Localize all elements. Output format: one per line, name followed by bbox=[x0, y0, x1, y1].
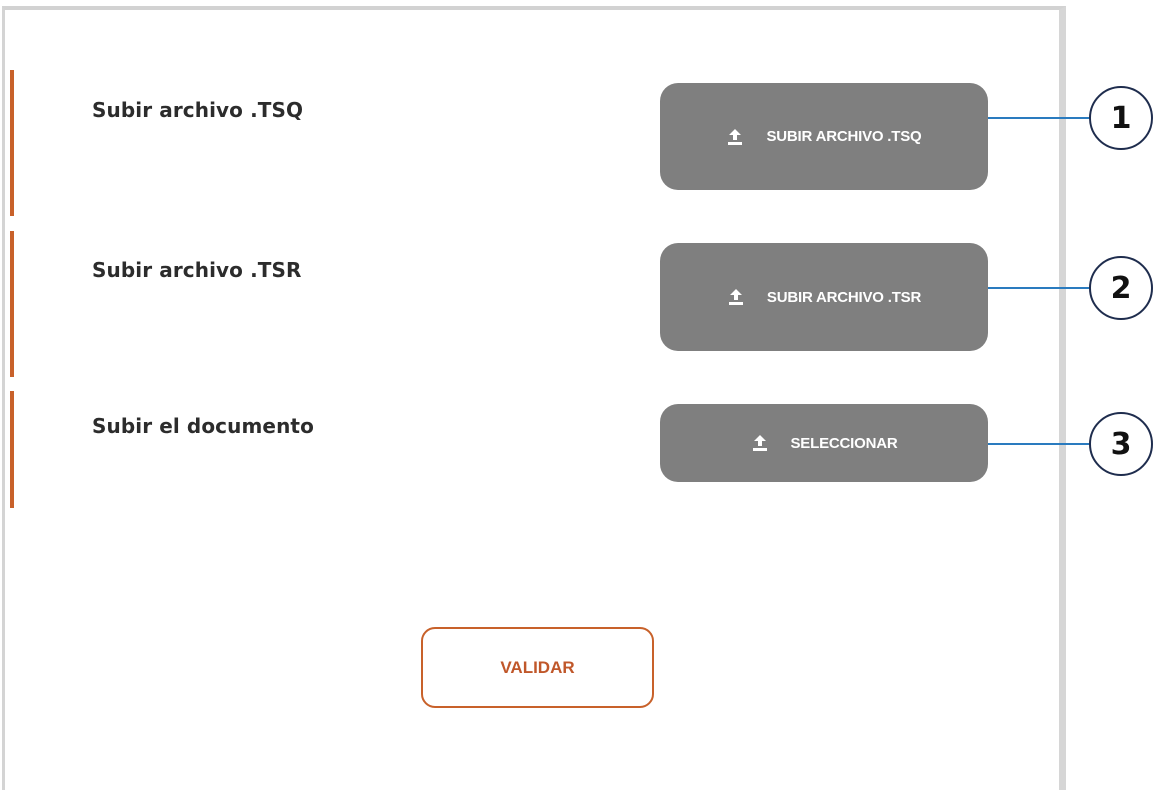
callout-connector bbox=[988, 287, 1090, 289]
validate-button[interactable]: VALIDAR bbox=[421, 627, 654, 708]
row-accent-bar bbox=[10, 70, 14, 216]
document-row-label: Subir el documento bbox=[92, 414, 314, 438]
select-document-button-label: SELECCIONAR bbox=[790, 434, 898, 452]
upload-tsq-button[interactable]: SUBIR ARCHIVO .TSQ bbox=[660, 83, 988, 190]
upload-tsr-button-label: SUBIR ARCHIVO .TSR bbox=[766, 288, 922, 306]
callout-marker-2: 2 bbox=[1089, 256, 1153, 320]
row-accent-bar bbox=[10, 231, 14, 377]
select-document-button[interactable]: SELECCIONAR bbox=[660, 404, 988, 482]
upload-tsq-button-label: SUBIR ARCHIVO .TSQ bbox=[766, 128, 922, 145]
tsr-row-label: Subir archivo .TSR bbox=[92, 258, 302, 282]
row-accent-bar bbox=[10, 391, 14, 508]
callout-connector bbox=[988, 117, 1090, 119]
upload-icon bbox=[728, 128, 743, 145]
upload-icon bbox=[752, 435, 767, 451]
upload-icon bbox=[728, 289, 743, 305]
callout-marker-3: 3 bbox=[1089, 412, 1153, 476]
upload-tsr-button[interactable]: SUBIR ARCHIVO .TSR bbox=[660, 243, 988, 351]
tsq-row-label: Subir archivo .TSQ bbox=[92, 98, 304, 122]
callout-connector bbox=[988, 443, 1090, 445]
callout-marker-1: 1 bbox=[1089, 86, 1153, 150]
